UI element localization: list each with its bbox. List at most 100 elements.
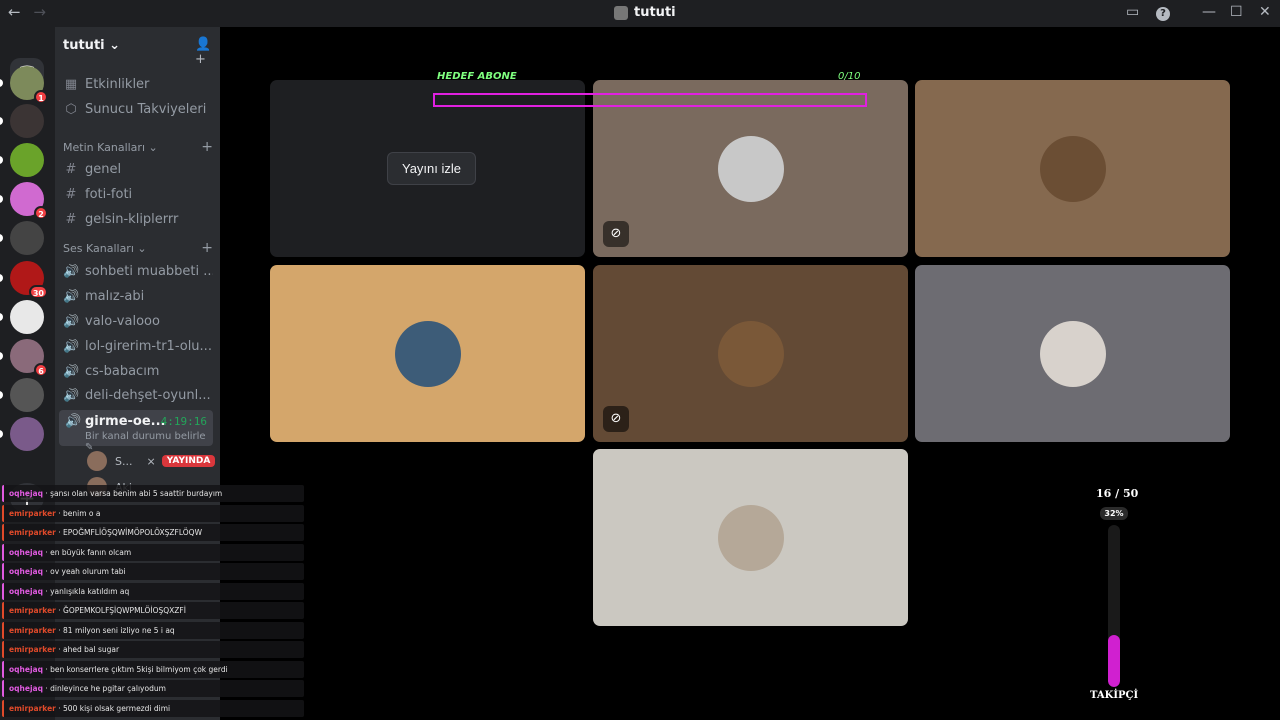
server-name[interactable]: tututi ⌄ (63, 38, 120, 53)
chat-message: emirparker · benim o a (2, 504, 304, 522)
back-arrow-icon[interactable]: ← (8, 3, 21, 21)
channel-label: malız-abi (85, 289, 145, 304)
chat-message: oqhejaq · ov yeah olurum tabi (2, 563, 304, 580)
text-category[interactable]: Metin Kanalları ⌄ + (63, 139, 213, 155)
voice-channel-6[interactable]: 🔊 deli-dehşet-oyunl... (63, 388, 213, 403)
follower-progress-track (1108, 525, 1120, 687)
voice-channel-2[interactable]: 🔊 malız-abi (63, 289, 213, 304)
hash-icon: # (65, 212, 77, 227)
inbox-icon[interactable]: ▭ (1126, 4, 1139, 20)
chat-username: emirparker (9, 703, 56, 713)
server-icon-3[interactable] (0, 143, 44, 177)
goal-count: 0/10 (838, 71, 861, 82)
goal-label: HEDEF ABONE (437, 71, 517, 82)
speaker-icon: 🔊 (65, 414, 82, 429)
maximize-icon[interactable]: ☐ (1230, 4, 1243, 20)
chat-separator: · (55, 606, 64, 615)
chat-username: oqhejaq (9, 684, 43, 693)
chat-username: emirparker (9, 645, 56, 654)
server-icon-2[interactable] (0, 104, 44, 138)
follower-label: TAKİPÇİ (1090, 690, 1139, 701)
speaker-icon: 🔊 (63, 314, 80, 329)
channel-label: deli-dehşet-oyunl... (85, 388, 211, 403)
voice-channel-3[interactable]: 🔊 valo-valooo (63, 314, 213, 329)
channel-gelsin-kliplerrr[interactable]: # gelsin-kliplerrr (63, 212, 213, 227)
unread-indicator (0, 117, 3, 125)
participant-tile-cat[interactable]: ⊘ (593, 265, 908, 442)
server-icon-1[interactable]: 1 (0, 66, 48, 104)
hash-icon: # (65, 187, 77, 202)
channel-label: foti-foti (85, 187, 133, 202)
speaker-icon: 🔊 (63, 339, 80, 354)
participant-tile-man[interactable] (270, 265, 585, 442)
server-icon-7[interactable] (0, 300, 44, 334)
chat-message: oqhejaq · yanlışıkla katıldım aq (2, 582, 304, 600)
chat-message: oqhejaq · dinleyince he pgitar çalıyodum (2, 680, 304, 697)
voice-channel-1[interactable]: 🔊 sohbeti muabbeti ... (63, 264, 213, 279)
avatar (717, 504, 784, 571)
chat-username: emirparker (9, 528, 56, 537)
voice-user-name: S... (115, 454, 133, 468)
chat-text: ov yeah olurum tabi (50, 567, 126, 576)
avatar (1039, 135, 1106, 202)
chat-text: 500 kişi olsak germezdi dimi (63, 703, 171, 713)
voice-category-label: Ses Kanalları ⌄ (63, 242, 147, 255)
voice-category[interactable]: Ses Kanalları ⌄ + (63, 240, 213, 256)
participant-tile-girl[interactable] (915, 265, 1230, 442)
channel-genel[interactable]: # genel (63, 162, 213, 177)
window-title-text: tututi (634, 5, 676, 20)
goal-progress-bar (433, 93, 867, 107)
calendar-icon: ▦ (64, 77, 78, 92)
chat-username: emirparker (9, 625, 56, 635)
watch-stream-button[interactable]: Yayını izle (387, 152, 477, 185)
server-icon-6[interactable]: 30 (0, 261, 48, 299)
avatar (87, 451, 107, 471)
chat-username: emirparker (9, 508, 56, 518)
chat-separator: · (55, 528, 64, 537)
forward-arrow-icon[interactable]: → (33, 3, 46, 21)
close-icon[interactable]: ✕ (1259, 4, 1271, 20)
server-icon-4[interactable]: 2 (0, 182, 48, 220)
boosts-item[interactable]: ⬡ Sunucu Takviyeleri (63, 102, 213, 117)
channel-label: gelsin-kliplerrr (85, 212, 179, 227)
active-voice-channel[interactable]: 🔊 girme-oe... 4:19:16 Bir kanal durumu b… (59, 410, 213, 453)
voice-user-1[interactable]: S... ⨯ YAYINDA (87, 451, 216, 471)
participant-tile-woman[interactable] (593, 449, 908, 626)
add-channel-icon[interactable]: + (201, 139, 213, 155)
events-item[interactable]: ▦ Etkinlikler (63, 77, 213, 92)
add-channel-icon[interactable]: + (201, 240, 213, 256)
voice-channel-5[interactable]: 🔊 cs-babacım (63, 364, 213, 379)
channel-label: sohbeti muabbeti ... (85, 264, 213, 279)
server-icon-5[interactable] (0, 221, 44, 255)
chat-message: oqhejaq · en büyük fanın olcam (2, 543, 304, 561)
video-off-icon: ⊘ (603, 221, 629, 247)
follower-progress-fill (1108, 635, 1120, 687)
speaker-icon: 🔊 (63, 388, 80, 403)
participant-tile-dog[interactable] (915, 80, 1230, 257)
server-icon-8[interactable]: 6 (0, 339, 48, 377)
chat-message: oqhejaq · ben konserrlere çıktım 5kişi b… (2, 660, 304, 678)
mic-muted-icon: ⨯ (146, 454, 156, 468)
hash-icon: # (65, 162, 77, 177)
channel-status[interactable]: Bir kanal durumu belirle ✎ (85, 431, 213, 453)
chat-username: oqhejaq (9, 664, 43, 674)
chat-message: emirparker · ahed bal sugar (2, 641, 304, 658)
server-icon-10[interactable] (0, 417, 44, 451)
follower-count: 16 / 50 (1096, 487, 1139, 500)
invite-people-icon[interactable]: 👤+ (195, 37, 220, 67)
chat-text: ahed bal sugar (63, 645, 120, 654)
chat-username: emirparker (9, 606, 56, 615)
unread-indicator (0, 430, 3, 438)
help-icon[interactable]: ? (1156, 7, 1170, 21)
unread-indicator (0, 352, 3, 360)
channel-foti-foti[interactable]: # foti-foti (63, 187, 213, 202)
server-icon-9[interactable] (0, 378, 44, 412)
minimize-icon[interactable]: — (1202, 4, 1216, 20)
chat-text: en büyük fanın olcam (50, 547, 132, 557)
speaker-icon: 🔊 (63, 364, 80, 379)
voice-channel-4[interactable]: 🔊 lol-girerim-tr1-olu... (63, 339, 213, 354)
unread-indicator (0, 313, 3, 321)
avatar (1039, 320, 1106, 387)
call-timer: 4:19:16 (160, 415, 207, 428)
unread-indicator (0, 195, 3, 203)
